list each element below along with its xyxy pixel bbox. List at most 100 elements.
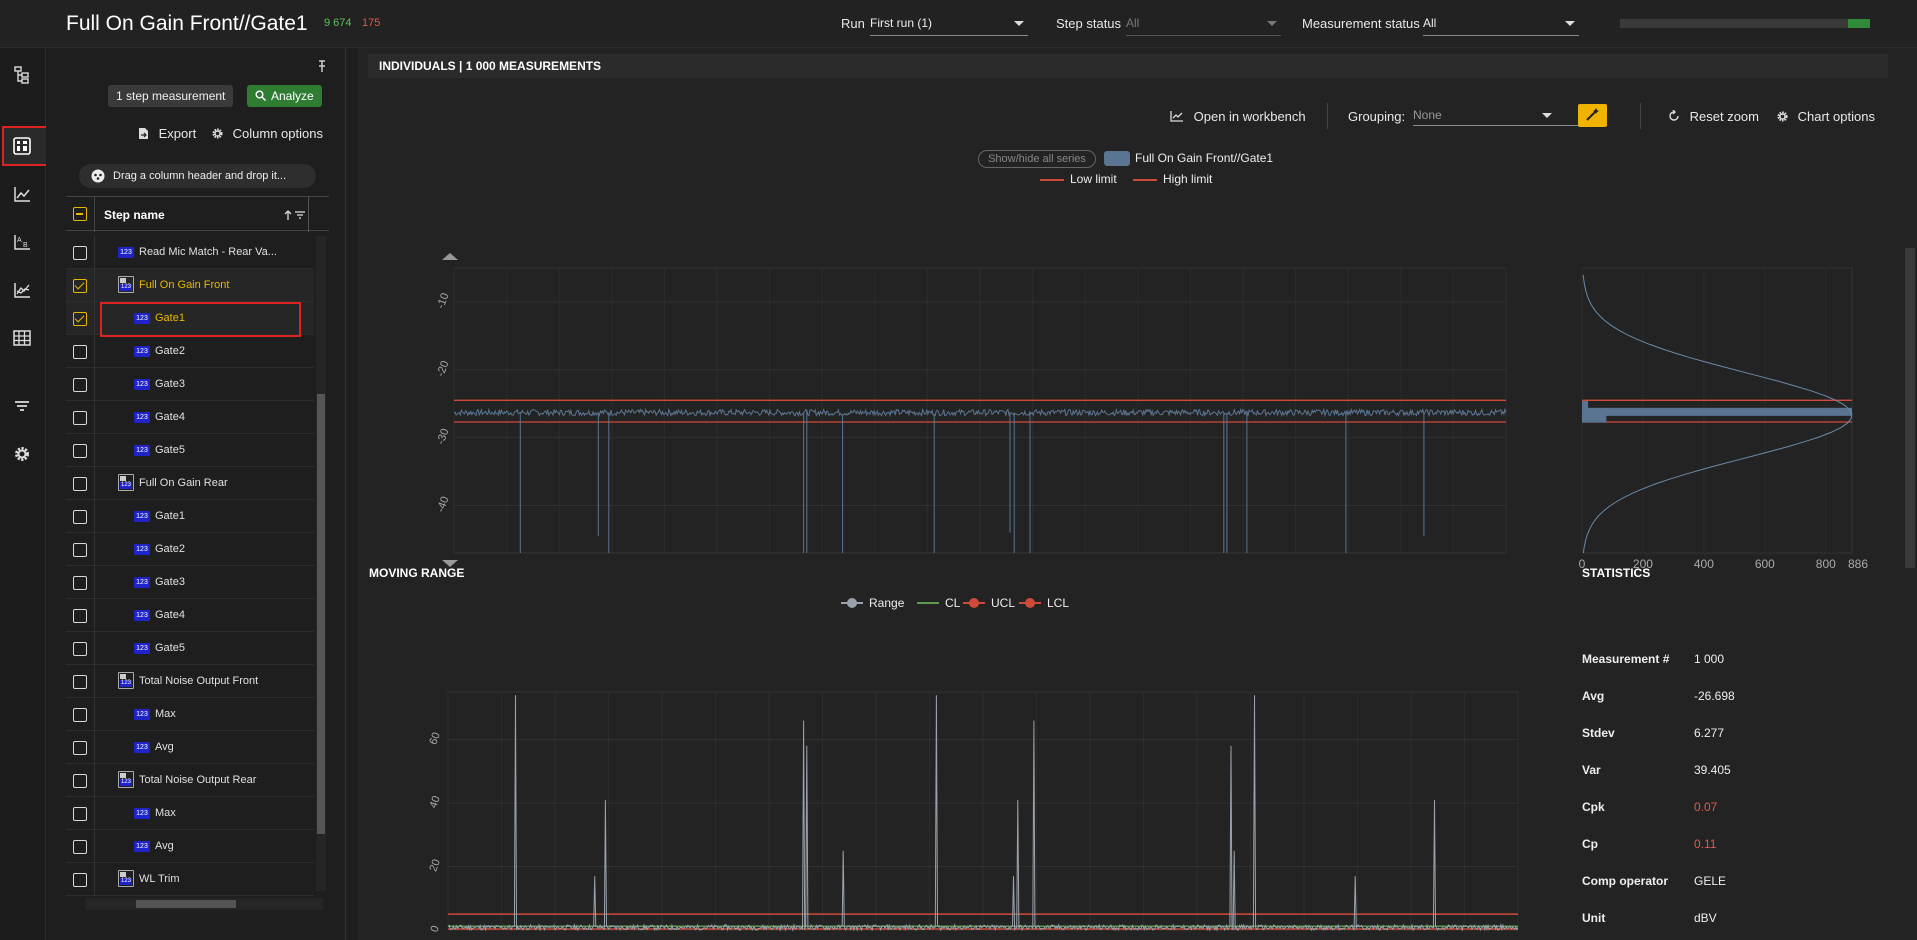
step-row[interactable]: 123 Gate4: [66, 401, 314, 434]
nav-rail: AB: [0, 48, 50, 940]
ab-compare-icon[interactable]: AB: [10, 230, 34, 254]
row-checkbox[interactable]: [73, 774, 87, 788]
step-row[interactable]: Full On Gain Front: [66, 269, 314, 302]
grid-header: Step name: [66, 196, 329, 232]
step-list-hscrollbar[interactable]: [86, 898, 323, 910]
main-scrollbar[interactable]: [1905, 248, 1915, 568]
row-checkbox[interactable]: [73, 840, 87, 854]
grouping-value: None: [1413, 108, 1442, 122]
line-chart-icon[interactable]: [10, 182, 34, 206]
step-row[interactable]: 123 Max: [66, 797, 314, 830]
series-swatch[interactable]: [1104, 151, 1130, 166]
steps-panel: 1 step measurement Analyze Export Column…: [46, 48, 346, 940]
legend-label[interactable]: UCL: [991, 596, 1015, 610]
row-checkbox[interactable]: [73, 411, 87, 425]
legend-label[interactable]: CL: [945, 596, 960, 610]
settings-icon[interactable]: [10, 442, 34, 466]
pass-count: 9 674: [324, 17, 352, 29]
row-checkbox[interactable]: [73, 246, 87, 260]
trend-chart-icon[interactable]: [10, 278, 34, 302]
legend-label[interactable]: Range: [869, 596, 904, 610]
row-checkbox[interactable]: [73, 609, 87, 623]
analyze-button[interactable]: Analyze: [247, 85, 322, 107]
step-row[interactable]: 123 Gate3: [66, 566, 314, 599]
step-row[interactable]: 123 Gate1: [66, 500, 314, 533]
row-checkbox[interactable]: [73, 378, 87, 392]
stat-label: Comp operator: [1582, 874, 1669, 888]
column-resize-handle[interactable]: [308, 197, 309, 232]
high-limit-legend[interactable]: High limit: [1163, 172, 1212, 186]
open-workbench-button[interactable]: Open in workbench: [1170, 109, 1306, 124]
table-icon[interactable]: [10, 326, 34, 350]
line-chart-icon: [1170, 111, 1183, 122]
filter-icon[interactable]: [10, 394, 34, 418]
row-checkbox[interactable]: [73, 477, 87, 491]
step-name: Max: [155, 807, 176, 819]
chart-options-button[interactable]: Chart options: [1776, 109, 1875, 124]
measurement-status-select[interactable]: All: [1423, 12, 1579, 36]
pin-icon[interactable]: [316, 60, 328, 75]
column-header-step-name[interactable]: Step name: [104, 208, 165, 222]
row-checkbox[interactable]: [73, 312, 87, 326]
gear-icon: [1777, 111, 1788, 122]
scrollbar-thumb[interactable]: [317, 394, 325, 834]
row-checkbox[interactable]: [73, 873, 87, 887]
show-hide-series-button[interactable]: Show/hide all series: [978, 150, 1096, 168]
step-row[interactable]: 123 Gate5: [66, 632, 314, 665]
step-row[interactable]: Full On Gain Rear: [66, 467, 314, 500]
step-list-scrollbar[interactable]: [316, 236, 326, 891]
export-button[interactable]: Export: [138, 126, 196, 141]
row-checkbox[interactable]: [73, 444, 87, 458]
scroll-up-icon[interactable]: [442, 253, 458, 260]
low-limit-legend[interactable]: Low limit: [1070, 172, 1117, 186]
row-checkbox[interactable]: [73, 576, 87, 590]
step-group-icon: [118, 276, 134, 293]
individuals-chart[interactable]: -10-20-30-400 200 400 600 800 886: [358, 188, 1908, 578]
hierarchy-icon[interactable]: [10, 63, 34, 87]
numeric-step-icon: 123: [134, 841, 150, 852]
row-checkbox[interactable]: [73, 279, 87, 293]
step-row[interactable]: 123 Gate2: [66, 335, 314, 368]
sort-ascending-icon[interactable]: [284, 209, 308, 221]
row-checkbox[interactable]: [73, 675, 87, 689]
row-checkbox[interactable]: [73, 345, 87, 359]
x-tick-label: 886: [1848, 557, 1868, 571]
step-row[interactable]: Total Noise Output Rear: [66, 764, 314, 797]
step-measurement-button[interactable]: 1 step measurement: [108, 85, 234, 107]
histogram-bar: [1582, 414, 1607, 423]
step-row[interactable]: 123 Read Mic Match - Rear Va...: [66, 236, 314, 269]
row-checkbox[interactable]: [73, 708, 87, 722]
step-row[interactable]: 123 Avg: [66, 731, 314, 764]
pass-fail-progress: [1620, 19, 1870, 28]
run-select[interactable]: First run (1): [870, 12, 1028, 36]
group-drop-zone[interactable]: Drag a column header and drop it...: [79, 164, 316, 188]
step-row[interactable]: 123 Gate3: [66, 368, 314, 401]
step-row[interactable]: Total Noise Output Front: [66, 665, 314, 698]
top-bar: Full On Gain Front//Gate1 9 674 175 Run …: [0, 0, 1917, 48]
step-row[interactable]: 123 Gate4: [66, 599, 314, 632]
dashboard-icon[interactable]: [10, 134, 34, 158]
row-checkbox[interactable]: [73, 807, 87, 821]
high-limit-swatch: [1133, 179, 1157, 181]
column-options-button[interactable]: Column options: [211, 126, 323, 141]
step-row[interactable]: WL Trim: [66, 863, 314, 896]
step-row[interactable]: 123 Avg: [66, 830, 314, 863]
row-checkbox[interactable]: [73, 642, 87, 656]
step-row[interactable]: 123 Gate2: [66, 533, 314, 566]
step-row[interactable]: 123 Gate5: [66, 434, 314, 467]
moving-range-chart[interactable]: 0 20 40 60: [358, 618, 1538, 940]
row-checkbox[interactable]: [73, 543, 87, 557]
auto-group-button[interactable]: [1578, 104, 1607, 127]
column-divider: [94, 335, 95, 368]
step-row[interactable]: 123 Max: [66, 698, 314, 731]
step-status-select[interactable]: All: [1126, 12, 1281, 36]
select-all-checkbox[interactable]: [73, 207, 87, 221]
stat-value: 39.405: [1694, 763, 1731, 777]
reset-zoom-button[interactable]: Reset zoom: [1668, 109, 1759, 124]
legend-label[interactable]: LCL: [1047, 596, 1069, 610]
grouping-select[interactable]: None: [1413, 104, 1588, 126]
row-checkbox[interactable]: [73, 510, 87, 524]
series-legend-label[interactable]: Full On Gain Front//Gate1: [1135, 151, 1273, 165]
hscrollbar-thumb[interactable]: [136, 900, 236, 908]
row-checkbox[interactable]: [73, 741, 87, 755]
